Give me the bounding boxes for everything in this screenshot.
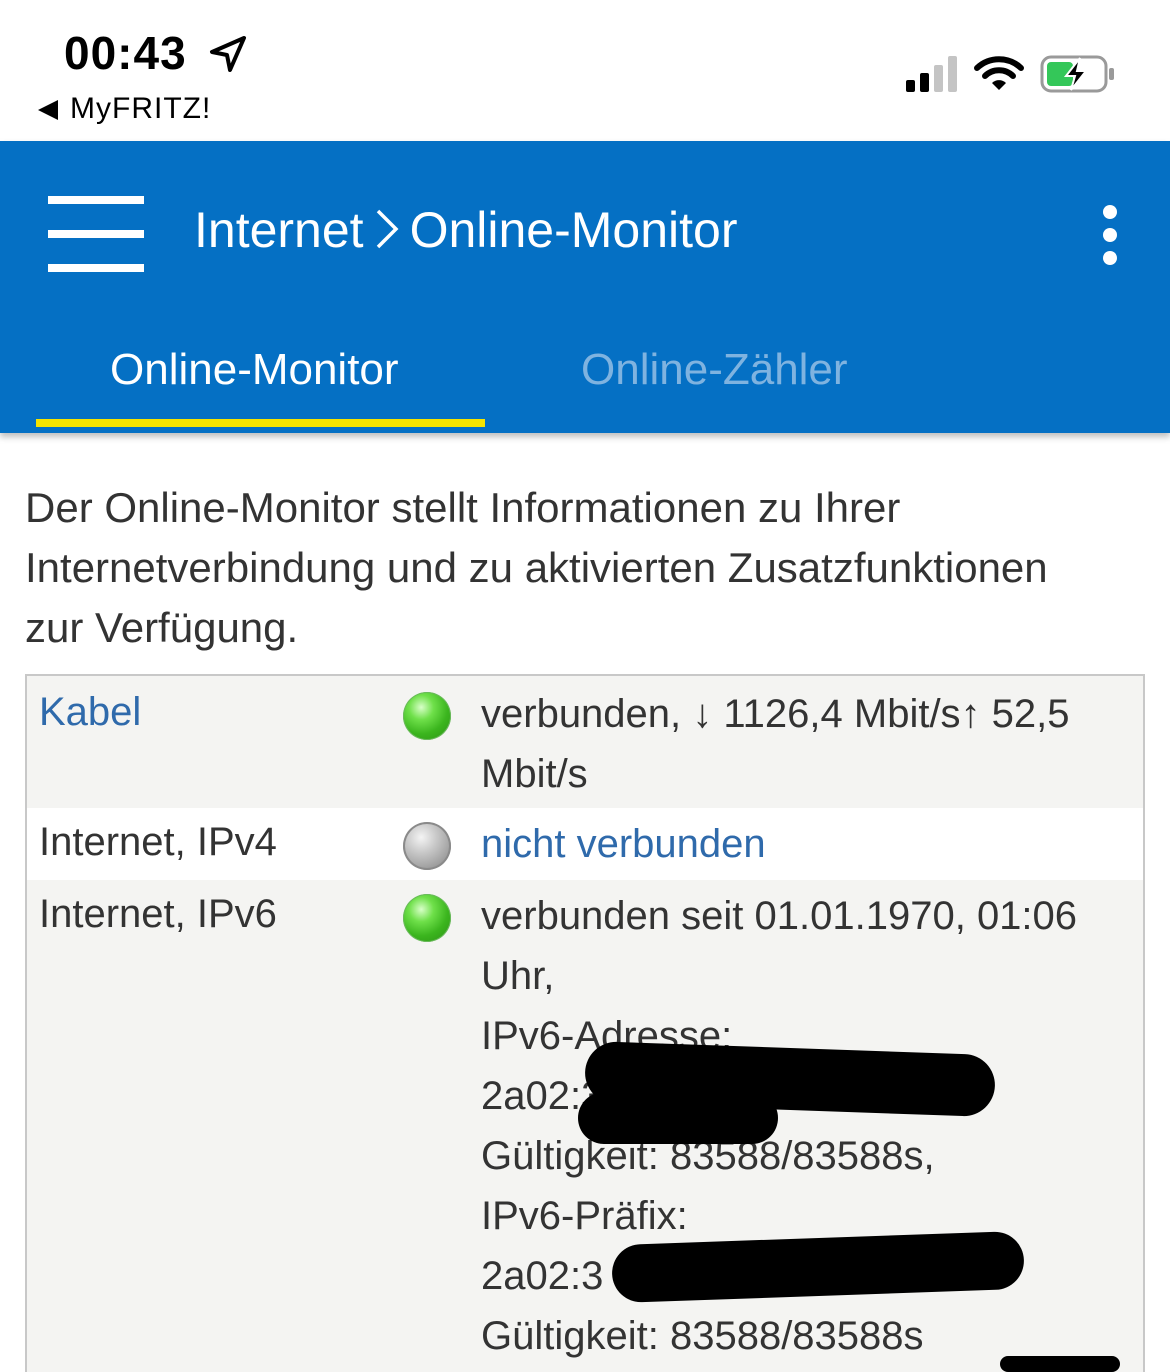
dot-icon (1103, 228, 1117, 242)
table-row-ipv4: Internet, IPv4 nicht verbunden (27, 808, 1143, 880)
status-line: Mbit/s (481, 752, 588, 796)
battery-charging-icon (1040, 55, 1114, 93)
tab-online-monitor[interactable]: Online-Monitor (110, 345, 399, 395)
status-line: verbunden seit 01.01.1970, 01:06 (481, 894, 1078, 938)
back-to-app-link[interactable]: MyFRITZ! (38, 92, 211, 126)
hamburger-menu-button[interactable] (48, 196, 144, 272)
status-led-grey-icon (403, 822, 451, 870)
status-line: nicht verbunden (481, 822, 766, 866)
more-options-button[interactable] (1096, 205, 1124, 265)
menu-bar-icon (48, 264, 144, 272)
back-app-label: MyFRITZ! (70, 92, 212, 125)
cellular-signal-icon (906, 56, 957, 92)
status-line: Gültigkeit: 83588/83588s, (481, 1134, 935, 1178)
back-triangle-icon (38, 100, 58, 120)
ipv4-label: Internet, IPv4 (39, 820, 277, 864)
status-bar: 00:43 MyFRITZ! (0, 0, 1170, 141)
table-row-kabel: Kabel verbunden, ↓ 1126,4 Mbit/s↑ 52,5 M… (27, 676, 1143, 808)
status-line: IPv6-Präfix: (481, 1194, 688, 1238)
ipv6-label: Internet, IPv6 (39, 892, 277, 936)
chevron-right-icon (376, 209, 399, 249)
app-header: Internet Online-Monitor Online-Monitor On… (0, 141, 1170, 433)
redaction-mark (1000, 1356, 1120, 1372)
intro-text: Der Online-Monitor stellt Informationen … (25, 478, 1155, 658)
breadcrumb: Internet Online-Monitor (194, 201, 737, 259)
menu-bar-icon (48, 196, 144, 204)
status-line: Uhr, (481, 954, 555, 998)
redaction-mark (578, 1092, 778, 1144)
wifi-icon (974, 56, 1024, 90)
tab-online-zaehler[interactable]: Online-Zähler (581, 345, 848, 395)
breadcrumb-current: Online-Monitor (409, 202, 738, 258)
kabel-status: verbunden, ↓ 1126,4 Mbit/s↑ 52,5 Mbit/s (481, 684, 1131, 804)
status-led-green-icon (403, 692, 451, 740)
location-arrow-icon (210, 36, 246, 72)
intro-line: Internetverbindung und zu aktivierten Zu… (25, 544, 1048, 591)
dot-icon (1103, 205, 1117, 219)
dot-icon (1103, 251, 1117, 265)
intro-line: zur Verfügung. (25, 604, 299, 651)
clock: 00:43 (64, 27, 187, 79)
menu-bar-icon (48, 230, 144, 238)
status-led-green-icon (403, 894, 451, 942)
ipv4-status-link[interactable]: nicht verbunden (481, 814, 1131, 874)
active-tab-indicator (36, 419, 485, 427)
breadcrumb-parent[interactable]: Internet (194, 202, 364, 258)
kabel-link[interactable]: Kabel (39, 690, 141, 735)
intro-line: Der Online-Monitor stellt Informationen … (25, 484, 901, 531)
status-line: verbunden, ↓ 1126,4 Mbit/s↑ 52,5 (481, 692, 1070, 736)
